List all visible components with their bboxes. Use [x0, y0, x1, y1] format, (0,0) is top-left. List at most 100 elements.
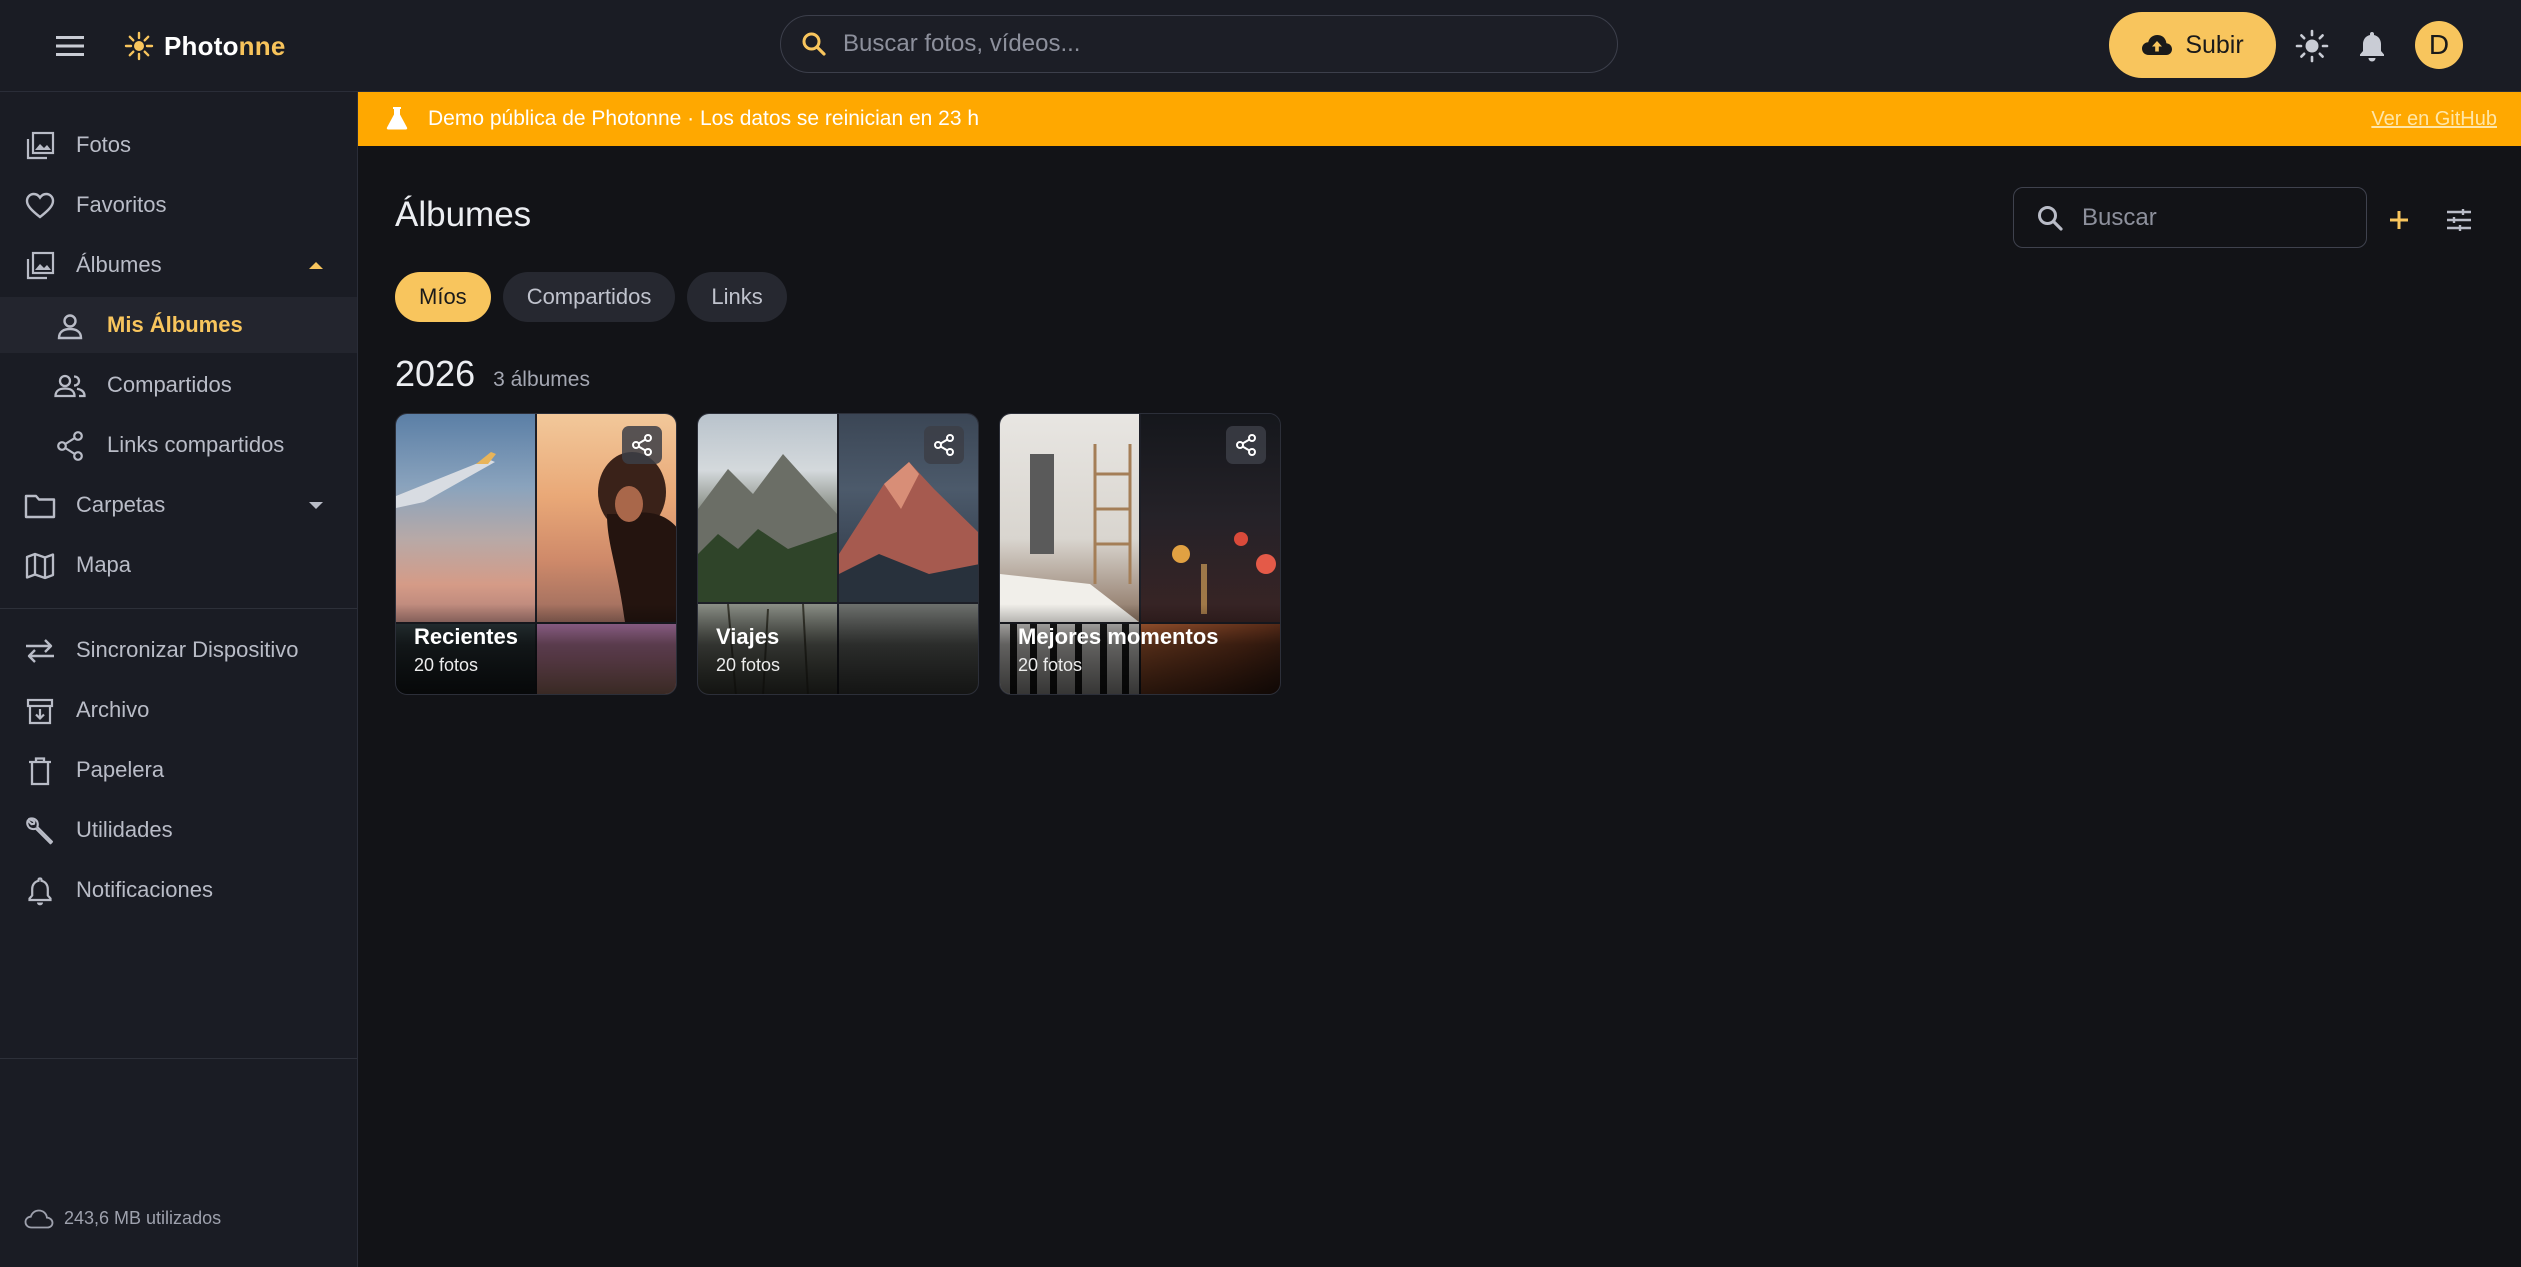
sidebar-item-label: Sincronizar Dispositivo: [76, 637, 299, 662]
hamburger-icon: [56, 36, 84, 56]
menu-button[interactable]: [48, 26, 92, 66]
github-link[interactable]: Ver en GitHub: [2371, 108, 2497, 131]
sidebar-item-albumes[interactable]: Álbumes: [0, 237, 357, 293]
album-thumbnail: [396, 414, 535, 622]
sliders-icon: [2447, 209, 2471, 231]
sidebar-item-carpetas[interactable]: Carpetas: [0, 477, 357, 533]
album-photo-count: 20 fotos: [414, 655, 479, 675]
albums-icon: [24, 251, 56, 281]
storage-usage: 243,6 MB utilizados: [24, 1208, 221, 1229]
brand-name: Photonne: [164, 30, 286, 61]
album-thumbnail: [698, 414, 837, 602]
map-icon: [24, 551, 56, 581]
banner-text: Demo pública de Photonne · Los datos se …: [428, 107, 980, 130]
album-name: Viajes: [716, 624, 780, 649]
search-icon: [2038, 205, 2063, 231]
trash-icon: [24, 756, 56, 786]
flask-icon: [386, 106, 408, 130]
tab-mios[interactable]: Míos: [395, 272, 491, 322]
album-count: 3 álbumes: [493, 368, 590, 391]
album-card[interactable]: Recientes 20 fotos: [395, 413, 677, 695]
caret-up-icon: [308, 261, 324, 270]
sidebar-item-compartidos[interactable]: Compartidos: [0, 357, 357, 413]
add-album-button[interactable]: [2379, 200, 2419, 240]
sidebar-item-papelera[interactable]: Papelera: [0, 742, 357, 798]
album-card[interactable]: Mejores momentos 20 fotos: [999, 413, 1281, 695]
tab-links[interactable]: Links: [687, 272, 787, 322]
album-tabs: Míos Compartidos Links: [395, 272, 787, 322]
sidebar-item-label: Links compartidos: [107, 432, 285, 457]
sidebar-item-archivo[interactable]: Archivo: [0, 682, 357, 738]
search-icon: [802, 32, 826, 56]
caret-down-icon: [308, 501, 324, 510]
album-search[interactable]: [2013, 187, 2367, 248]
sidebar-item-label: Álbumes: [76, 252, 162, 277]
album-search-input[interactable]: [2080, 202, 2344, 233]
share-album-button[interactable]: [924, 426, 964, 464]
demo-banner: Demo pública de Photonne · Los datos se …: [358, 92, 2521, 146]
global-search[interactable]: [780, 15, 1618, 73]
cloud-upload-icon: [2142, 35, 2173, 55]
sidebar-item-label: Mapa: [76, 552, 132, 577]
tab-compartidos[interactable]: Compartidos: [502, 272, 676, 322]
top-bar: Photonne Subir D: [0, 0, 2521, 92]
share-icon: [1236, 434, 1256, 456]
sidebar-item-utilidades[interactable]: Utilidades: [0, 802, 357, 858]
sync-icon: [24, 636, 56, 666]
album-thumbnail: [1000, 414, 1139, 622]
sidebar-item-label: Mis Álbumes: [107, 312, 243, 337]
heart-icon: [24, 191, 56, 221]
sidebar-divider: [0, 1058, 357, 1059]
archive-icon: [24, 696, 56, 726]
sidebar-item-label: Carpetas: [76, 492, 166, 517]
cloud-icon: [24, 1209, 54, 1228]
plus-icon: [2390, 211, 2408, 229]
sidebar-item-label: Favoritos: [76, 192, 167, 217]
user-avatar[interactable]: D: [2415, 21, 2463, 69]
sidebar-item-mis-albumes[interactable]: Mis Álbumes: [0, 297, 357, 353]
wrench-icon: [24, 816, 56, 846]
sidebar-item-mapa[interactable]: Mapa: [0, 537, 357, 593]
year-group-header: 2026 3 álbumes: [395, 353, 590, 395]
share-icon: [632, 434, 652, 456]
people-icon: [54, 371, 86, 401]
folder-icon: [24, 491, 56, 521]
sidebar-item-label: Compartidos: [107, 372, 232, 397]
album-photo-count: 20 fotos: [716, 655, 781, 675]
storage-text: 243,6 MB utilizados: [64, 1208, 222, 1228]
share-icon: [934, 434, 954, 456]
album-name: Mejores momentos: [1018, 624, 1219, 649]
photos-icon: [24, 131, 56, 161]
notifications-button[interactable]: [2350, 24, 2394, 68]
bell-icon: [2360, 32, 2384, 62]
bell-icon: [24, 876, 56, 906]
sidebar-item-label: Notificaciones: [76, 877, 213, 902]
person-icon: [54, 311, 86, 341]
sidebar: Fotos Favoritos Álbumes Mis Álbumes Comp…: [0, 92, 358, 1267]
sidebar-item-fotos[interactable]: Fotos: [0, 117, 357, 173]
upload-label: Subir: [2185, 30, 2244, 59]
sidebar-item-label: Archivo: [76, 697, 150, 722]
share-album-button[interactable]: [622, 426, 662, 464]
filter-button[interactable]: [2439, 200, 2479, 240]
upload-button[interactable]: Subir: [2109, 12, 2276, 78]
sidebar-item-favoritos[interactable]: Favoritos: [0, 177, 357, 233]
album-photo-count: 20 fotos: [1018, 655, 1083, 675]
sidebar-divider: [0, 608, 357, 609]
sidebar-item-notificaciones[interactable]: Notificaciones: [0, 862, 357, 918]
sidebar-item-label: Fotos: [76, 132, 132, 157]
sun-logo-icon: [124, 31, 154, 61]
year-label: 2026: [395, 353, 476, 394]
album-card[interactable]: Viajes 20 fotos: [697, 413, 979, 695]
page-title: Álbumes: [395, 195, 532, 234]
sidebar-item-links-compartidos[interactable]: Links compartidos: [0, 417, 357, 473]
sidebar-item-label: Papelera: [76, 757, 165, 782]
global-search-input[interactable]: [841, 29, 1585, 59]
sun-icon: [2295, 29, 2329, 63]
share-album-button[interactable]: [1226, 426, 1266, 464]
album-name: Recientes: [414, 624, 518, 649]
share-icon: [54, 431, 86, 461]
brand-logo[interactable]: Photonne: [124, 28, 285, 64]
theme-toggle-button[interactable]: [2290, 24, 2334, 68]
sidebar-item-sincronizar[interactable]: Sincronizar Dispositivo: [0, 622, 357, 678]
